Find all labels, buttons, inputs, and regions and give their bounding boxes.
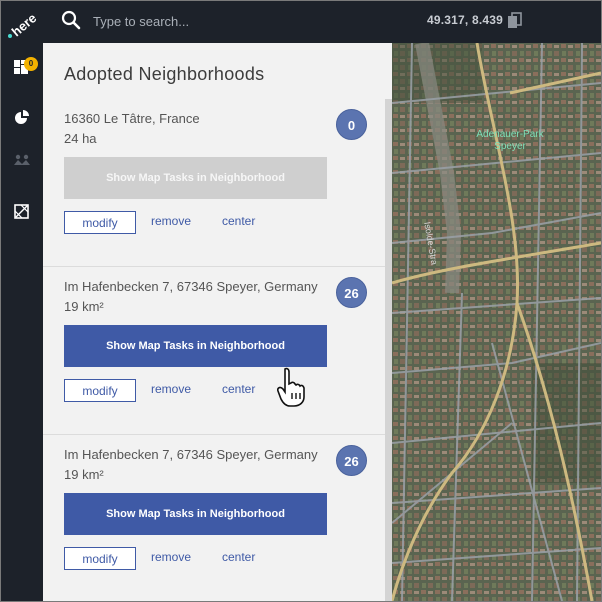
neighborhood-size: 19 km² <box>64 467 104 482</box>
neighborhood-card: Im Hafenbecken 7, 67346 Speyer, Germany … <box>43 434 385 601</box>
modify-button[interactable]: modify <box>64 379 136 402</box>
remove-link[interactable]: remove <box>151 382 191 396</box>
rail-item-map-area[interactable] <box>1 191 43 233</box>
neighborhood-size: 24 ha <box>64 131 97 146</box>
map-area-icon <box>14 204 29 219</box>
task-count-badge: 26 <box>336 277 367 308</box>
search-icon[interactable] <box>61 10 81 35</box>
task-count-badge: 26 <box>336 445 367 476</box>
show-map-tasks-button: Show Map Tasks in Neighborhood <box>64 157 327 199</box>
people-icon <box>14 154 30 165</box>
neighborhood-address: Im Hafenbecken 7, 67346 Speyer, Germany <box>64 447 318 462</box>
neighborhood-address: Im Hafenbecken 7, 67346 Speyer, Germany <box>64 279 318 294</box>
here-logo[interactable]: here <box>1 1 43 43</box>
remove-link[interactable]: remove <box>151 550 191 564</box>
app-window: here 49.317, 8.439 <box>0 0 602 602</box>
neighborhood-card: Im Hafenbecken 7, 67346 Speyer, Germany … <box>43 266 385 435</box>
rail-item-community[interactable] <box>1 139 43 181</box>
remove-link[interactable]: remove <box>151 214 191 228</box>
neighborhood-size: 19 km² <box>64 299 104 314</box>
neighborhood-address: 16360 Le Tâtre, France <box>64 111 200 126</box>
map-canvas <box>392 43 601 601</box>
top-bar: here 49.317, 8.439 <box>1 1 601 43</box>
neighborhood-card: 16360 Le Tâtre, France 24 ha 0 Show Map … <box>43 98 385 267</box>
rail-item-stats[interactable] <box>1 97 43 139</box>
search-input[interactable] <box>93 10 393 32</box>
hand-cursor-icon <box>277 367 307 412</box>
panel-scrollbar[interactable] <box>385 99 392 601</box>
rail-item-neighborhoods[interactable]: 0 <box>1 47 43 89</box>
svg-text:here: here <box>9 10 39 39</box>
coordinates-readout: 49.317, 8.439 <box>427 13 504 27</box>
show-map-tasks-button[interactable]: Show Map Tasks in Neighborhood <box>64 325 327 367</box>
modify-button[interactable]: modify <box>64 547 136 570</box>
task-count-badge: 0 <box>336 109 367 140</box>
park-label: Adenauer-Park Speyer <box>476 129 544 152</box>
neighborhoods-panel: Adopted Neighborhoods 16360 Le Tâtre, Fr… <box>43 43 392 601</box>
modify-button[interactable]: modify <box>64 211 136 234</box>
center-link[interactable]: center <box>222 382 255 396</box>
panel-title: Adopted Neighborhoods <box>64 64 265 84</box>
rail-notification-badge: 0 <box>24 57 38 71</box>
show-map-tasks-button[interactable]: Show Map Tasks in Neighborhood <box>64 493 327 535</box>
pie-chart-icon <box>15 110 29 124</box>
side-rail: 0 <box>1 43 43 601</box>
copy-icon[interactable] <box>507 12 523 35</box>
satellite-map[interactable]: Adenauer-Park Speyer Isolde-Stra <box>392 43 601 601</box>
center-link[interactable]: center <box>222 214 255 228</box>
center-link[interactable]: center <box>222 550 255 564</box>
